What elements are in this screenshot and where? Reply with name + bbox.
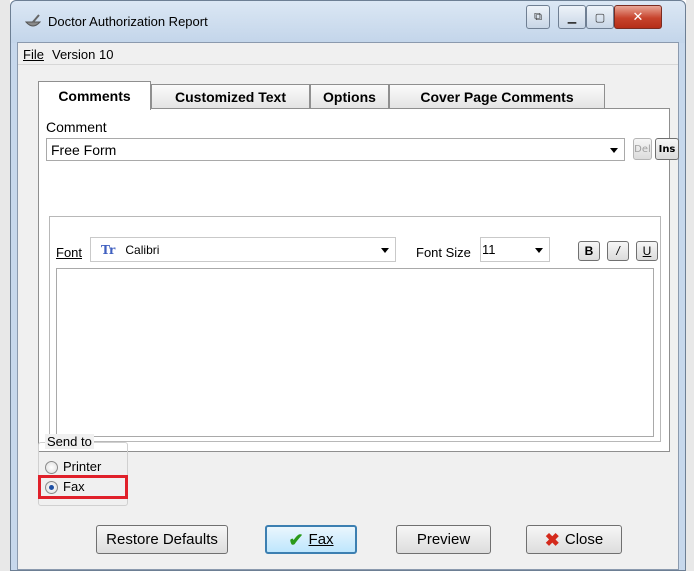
fax-button[interactable]: ✔ Fax (265, 525, 357, 554)
chevron-down-icon (381, 247, 389, 253)
minimize-icon[interactable]: ▁ (558, 5, 586, 29)
bold-button[interactable]: B (578, 241, 600, 261)
insert-button[interactable]: Ins (655, 138, 679, 160)
close-x-icon: ✖ (544, 529, 560, 550)
client-area: File Version 10 Comments Customized Text… (17, 42, 679, 570)
restore-defaults-label: Restore Defaults (106, 531, 218, 548)
comment-label: Comment (46, 119, 107, 135)
italic-button[interactable]: / (607, 241, 629, 261)
tab-comments[interactable]: Comments (38, 81, 151, 110)
tab-cover-page-comments[interactable]: Cover Page Comments (389, 84, 605, 109)
printer-radio[interactable] (45, 461, 58, 474)
maximize-icon[interactable]: ▢ (586, 5, 614, 29)
comment-select[interactable]: Free Form (46, 138, 625, 161)
printer-radio-label: Printer (63, 459, 102, 474)
delete-button[interactable]: Del (633, 138, 652, 160)
chevron-down-icon (535, 247, 543, 253)
font-select[interactable]: Tr Calibri (90, 237, 396, 262)
restore-icon[interactable]: ⧉ (526, 5, 550, 29)
tab-options[interactable]: Options (310, 84, 389, 109)
comment-select-value: Free Form (51, 141, 117, 158)
menu-bar: File Version 10 (18, 43, 678, 65)
font-size-label: Font Size (416, 245, 471, 260)
mortar-pestle-icon (24, 14, 42, 27)
comment-textarea[interactable] (56, 268, 654, 437)
menu-version[interactable]: Version 10 (52, 47, 113, 62)
tab-customized-text[interactable]: Customized Text (151, 84, 310, 109)
text-editor: Font Tr Calibri Font Size 11 B / U (49, 216, 661, 442)
window-title: Doctor Authorization Report (48, 14, 208, 29)
font-size-value: 11 (482, 242, 496, 257)
underline-button[interactable]: U (636, 241, 658, 261)
restore-defaults-button[interactable]: Restore Defaults (96, 525, 228, 554)
font-label: Font (56, 245, 83, 260)
title-bar[interactable]: Doctor Authorization Report ⧉ ▁ ▢ ✕ (11, 1, 685, 43)
check-icon: ✔ (288, 529, 304, 550)
comments-panel: Comment Free Form Del Ins Font Tr Calibr… (38, 108, 679, 452)
truetype-font-icon: Tr (101, 242, 116, 257)
chevron-down-icon (610, 147, 618, 153)
preview-button[interactable]: Preview (396, 525, 491, 554)
fax-button-label: Fax (308, 531, 334, 548)
close-button-label: Close (564, 531, 604, 548)
fax-highlight-box (38, 475, 128, 499)
background-edge-left (0, 0, 10, 571)
font-size-select[interactable]: 11 (480, 237, 550, 262)
font-select-value: Calibri (125, 242, 160, 257)
report-window: Doctor Authorization Report ⧉ ▁ ▢ ✕ File… (10, 0, 686, 571)
background-edge-right (686, 0, 694, 571)
preview-button-label: Preview (416, 531, 471, 548)
close-button[interactable]: ✖ Close (526, 525, 622, 554)
close-icon[interactable]: ✕ (614, 5, 662, 29)
send-to-label: Send to (45, 434, 94, 449)
menu-file[interactable]: File (23, 47, 44, 62)
